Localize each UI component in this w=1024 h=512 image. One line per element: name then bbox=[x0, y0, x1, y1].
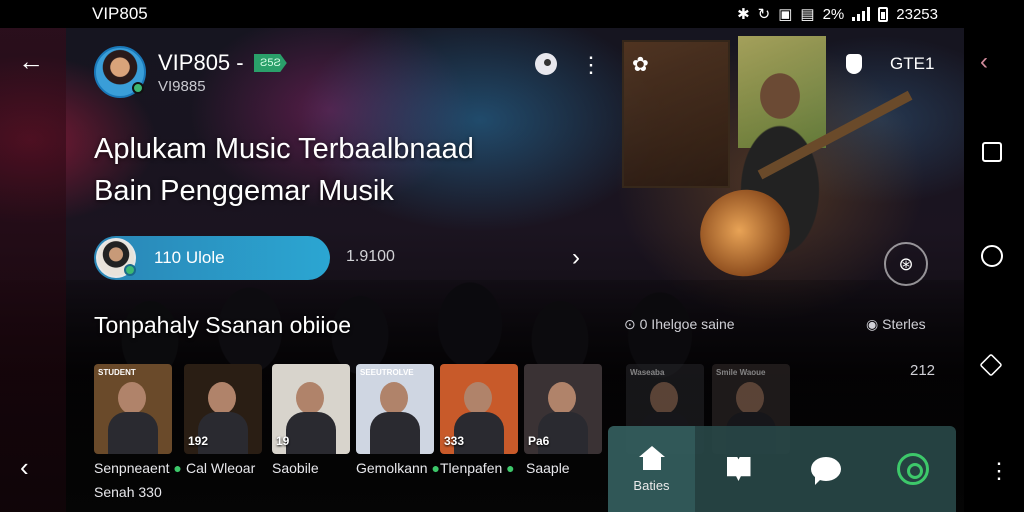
hero-title-line1: Aplukam Music Terbaalbnaad bbox=[94, 133, 474, 165]
record-icon: ⊛ bbox=[898, 253, 914, 274]
card-tag: Waseaba bbox=[630, 368, 665, 377]
card-label-text: Gemolkann bbox=[356, 460, 428, 476]
listen-pill-button[interactable]: 110 Ulole bbox=[94, 236, 330, 280]
card-label-text: Senpneaent bbox=[94, 460, 170, 476]
artist-face bbox=[118, 382, 146, 414]
photo-icon: ▤ bbox=[800, 6, 815, 23]
album-card[interactable]: 19 bbox=[272, 364, 350, 454]
signal-icon bbox=[852, 7, 871, 21]
nav-back-icon[interactable]: ‹ bbox=[980, 48, 988, 76]
user-handle: VI9885 bbox=[158, 78, 206, 95]
message-icon: ▣ bbox=[778, 6, 793, 23]
battery-percent: 2% bbox=[822, 5, 845, 23]
artist-face bbox=[548, 382, 576, 414]
card-number: 333 bbox=[444, 434, 465, 448]
status-carrier: VIP805 bbox=[92, 4, 148, 23]
card-label[interactable]: Cal Wleoar bbox=[186, 460, 255, 476]
more-vert-icon[interactable]: ⋮ bbox=[988, 458, 1010, 484]
book-icon bbox=[726, 457, 751, 481]
avatar[interactable] bbox=[94, 46, 146, 98]
pill-count: 1.9100 bbox=[346, 248, 395, 265]
album-card[interactable]: 333 bbox=[440, 364, 518, 454]
artist-face bbox=[650, 382, 678, 414]
online-dot bbox=[124, 264, 136, 276]
hero-title: Aplukam Music Terbaalbnaad Bain Penggema… bbox=[94, 128, 554, 212]
record-circle-button[interactable]: ⊛ bbox=[884, 242, 928, 286]
side-count: 212 bbox=[910, 362, 936, 379]
tab-label: Baties bbox=[633, 477, 670, 493]
card-tag: Smile Waoue bbox=[716, 368, 766, 377]
card-number: 19 bbox=[276, 434, 290, 448]
tab-chat[interactable] bbox=[782, 426, 869, 512]
album-card[interactable]: 192 bbox=[184, 364, 262, 454]
search-icon[interactable] bbox=[535, 53, 557, 75]
section-meta: ⊙ 0 Ihelgoe saine bbox=[624, 316, 735, 332]
verified-icon: ● bbox=[431, 460, 440, 476]
chat-icon bbox=[810, 457, 841, 485]
section-link-text: Sterles bbox=[882, 316, 926, 332]
sync-icon: ↻ bbox=[757, 6, 771, 23]
artist-face bbox=[380, 382, 408, 414]
card-number: Pa6 bbox=[528, 434, 550, 448]
bottom-tab-bar: Baties bbox=[608, 426, 956, 512]
section-title: Tonpahaly Ssanan obiioe bbox=[94, 312, 352, 338]
artist-body bbox=[286, 412, 336, 454]
album-card[interactable]: Pa6 bbox=[524, 364, 602, 454]
card-label-text: Cal Wleoar bbox=[186, 460, 256, 476]
recents-icon[interactable] bbox=[982, 142, 1002, 162]
artist-face bbox=[464, 382, 492, 414]
hero-title-line2: Bain Penggemar Musik bbox=[94, 175, 394, 207]
status-clock: 23253 bbox=[896, 5, 938, 23]
user-name: VIP805 - bbox=[158, 50, 244, 75]
card-label[interactable]: Saobile bbox=[272, 460, 319, 476]
status-bar: VIP805 ✱ ↻ ▣ ▤ 2% 23253 bbox=[0, 0, 964, 28]
home-icon bbox=[638, 445, 665, 470]
chevron-left-icon[interactable]: ‹ bbox=[20, 452, 29, 483]
status-indicators: ✱ ↻ ▣ ▤ 2% 23253 bbox=[737, 5, 938, 24]
battery-icon bbox=[878, 6, 889, 22]
notification-icon[interactable]: ✿ bbox=[632, 52, 649, 77]
tab-library[interactable] bbox=[695, 426, 782, 512]
artist-body bbox=[370, 412, 420, 454]
card-label[interactable]: Senpneaent ● bbox=[94, 460, 182, 476]
album-card[interactable]: SEEUTROLVE bbox=[356, 364, 434, 454]
more-vert-icon[interactable]: ⋮ bbox=[580, 52, 602, 78]
online-dot bbox=[132, 82, 144, 94]
pill-avatar bbox=[96, 238, 136, 278]
artist-face bbox=[736, 382, 764, 414]
card-label[interactable]: Saaple bbox=[526, 460, 570, 476]
bluetooth-icon: ✱ bbox=[737, 6, 750, 23]
card-sub-label: Senah 330 bbox=[94, 484, 162, 500]
artist-body bbox=[108, 412, 158, 454]
verified-icon: ● bbox=[506, 460, 515, 476]
card-number: 192 bbox=[188, 434, 209, 448]
section-meta-text: 0 Ihelgoe saine bbox=[639, 316, 735, 332]
card-label[interactable]: Gemolkann ● bbox=[356, 460, 440, 476]
card-label-text: Saaple bbox=[526, 460, 570, 476]
section-link[interactable]: ◉ Sterles bbox=[866, 316, 926, 333]
home-circle-icon[interactable] bbox=[981, 245, 1003, 267]
back-arrow-icon[interactable]: ← bbox=[18, 46, 44, 77]
tab-home[interactable]: Baties bbox=[608, 426, 695, 512]
artist-face bbox=[208, 382, 236, 414]
card-label[interactable]: Tlenpafen ● bbox=[440, 460, 515, 476]
user-badge: Ƨ5Ƨ bbox=[254, 54, 287, 72]
pill-label: 110 Ulole bbox=[154, 248, 225, 267]
artist-face bbox=[296, 382, 324, 414]
card-label-text: Saobile bbox=[272, 460, 319, 476]
card-tag: SEEUTROLVE bbox=[360, 368, 414, 377]
shield-icon[interactable] bbox=[846, 54, 862, 74]
album-card[interactable]: STUDENT bbox=[94, 364, 172, 454]
search-icon bbox=[896, 453, 929, 485]
chevron-right-icon[interactable]: › bbox=[572, 244, 580, 272]
verified-icon: ● bbox=[173, 460, 182, 476]
header-right-label[interactable]: GTE1 bbox=[890, 54, 934, 74]
card-label-text: Tlenpafen bbox=[440, 460, 503, 476]
tab-search[interactable] bbox=[869, 426, 956, 512]
card-tag: STUDENT bbox=[98, 368, 136, 377]
